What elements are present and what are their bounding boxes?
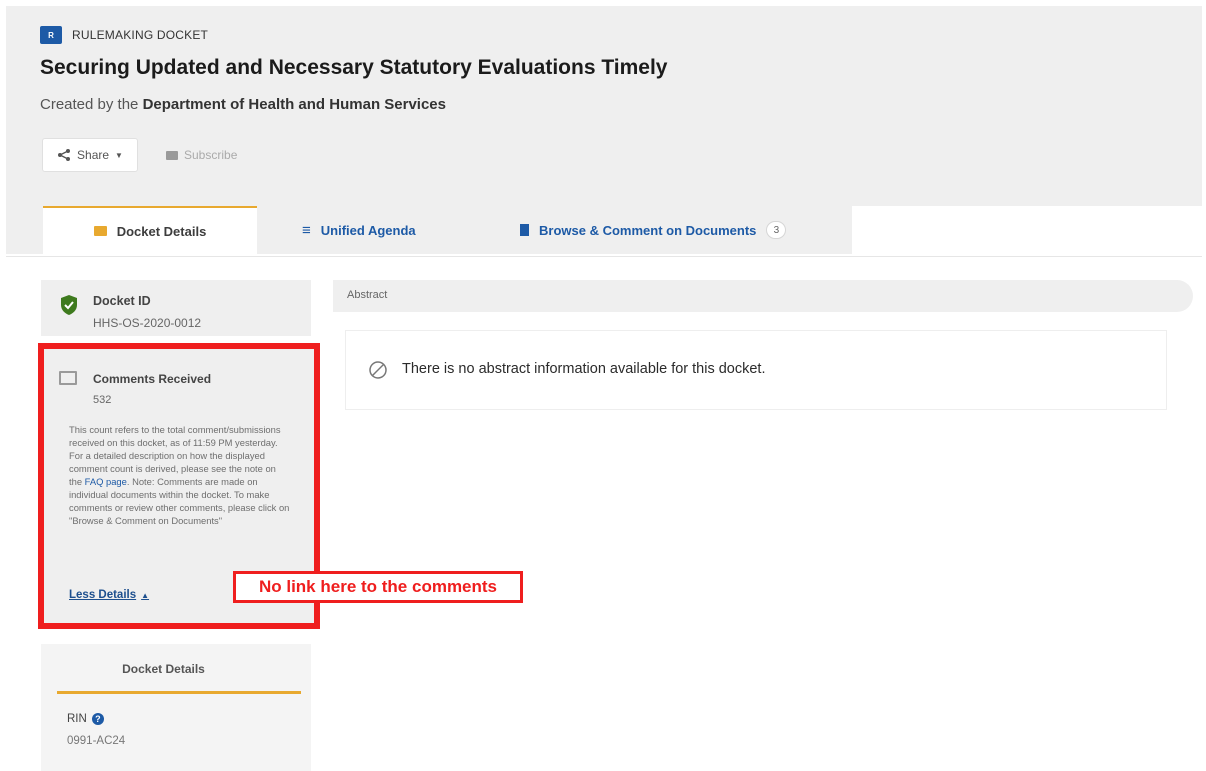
share-icon — [58, 149, 71, 161]
envelope-icon — [166, 150, 178, 160]
tab-unified-agenda[interactable]: ≡ Unified Agenda — [302, 206, 416, 254]
agency-name: Department of Health and Human Services — [142, 96, 446, 113]
document-icon — [520, 224, 529, 236]
rin-value: 0991-AC24 — [67, 735, 126, 747]
docket-id-value: HHS-OS-2020-0012 — [93, 316, 202, 330]
docket-details-title: Docket Details — [122, 662, 205, 676]
less-details-label: Less Details — [69, 589, 137, 601]
not-available-icon — [369, 361, 387, 379]
chevron-down-icon: ▼ — [115, 150, 123, 160]
docket-type-icon: R — [40, 26, 62, 44]
less-details-link[interactable]: Less Details ▲ — [69, 589, 149, 601]
chevron-up-icon: ▲ — [141, 590, 150, 600]
tab-docket-details[interactable]: Docket Details — [43, 206, 257, 254]
document-count-badge: 3 — [766, 221, 787, 239]
tab-label: Docket Details — [116, 223, 207, 239]
docket-type-row: R RULEMAKING DOCKET — [40, 26, 208, 44]
byline-prefix: Created by the — [40, 96, 139, 113]
annotation-callout: No link here to the comments — [233, 571, 523, 603]
comments-count: 532 — [93, 394, 112, 406]
docket-type-label: RULEMAKING DOCKET — [72, 28, 209, 42]
docket-id-label: Docket ID — [93, 294, 151, 308]
help-icon[interactable]: ? — [91, 713, 104, 725]
byline: Created by the Department of Health and … — [40, 96, 446, 113]
tab-label: Browse & Comment on Documents — [539, 222, 757, 238]
subscribe-button[interactable]: Subscribe — [158, 138, 258, 172]
comments-description: This count refers to the total comment/s… — [69, 423, 291, 527]
rin-row: RIN ? — [67, 713, 104, 725]
docket-id-card: Docket ID HHS-OS-2020-0012 — [41, 280, 311, 336]
comment-icon — [59, 371, 77, 385]
abstract-card: There is no abstract information availab… — [345, 330, 1167, 410]
tab-browse-documents[interactable]: Browse & Comment on Documents 3 — [520, 206, 787, 254]
shield-check-icon — [61, 295, 77, 315]
tab-divider — [6, 256, 1202, 257]
docket-details-card: Docket Details RIN ? 0991-AC24 — [41, 644, 311, 771]
folder-icon — [93, 226, 107, 236]
share-button[interactable]: Share ▼ — [42, 138, 138, 172]
rin-label: RIN — [67, 713, 87, 725]
subscribe-label: Subscribe — [184, 148, 238, 162]
comments-received-label: Comments Received — [93, 372, 212, 386]
list-icon: ≡ — [302, 221, 311, 239]
abstract-label: Abstract — [347, 289, 388, 301]
no-abstract-message: There is no abstract information availab… — [402, 361, 766, 377]
tab-label: Unified Agenda — [320, 222, 416, 238]
share-label: Share — [77, 148, 110, 162]
page-title: Securing Updated and Necessary Statutory… — [40, 56, 668, 79]
docket-details-underline — [57, 691, 301, 694]
abstract-header: Abstract — [333, 280, 1193, 312]
faq-link[interactable]: FAQ page — [85, 476, 127, 487]
